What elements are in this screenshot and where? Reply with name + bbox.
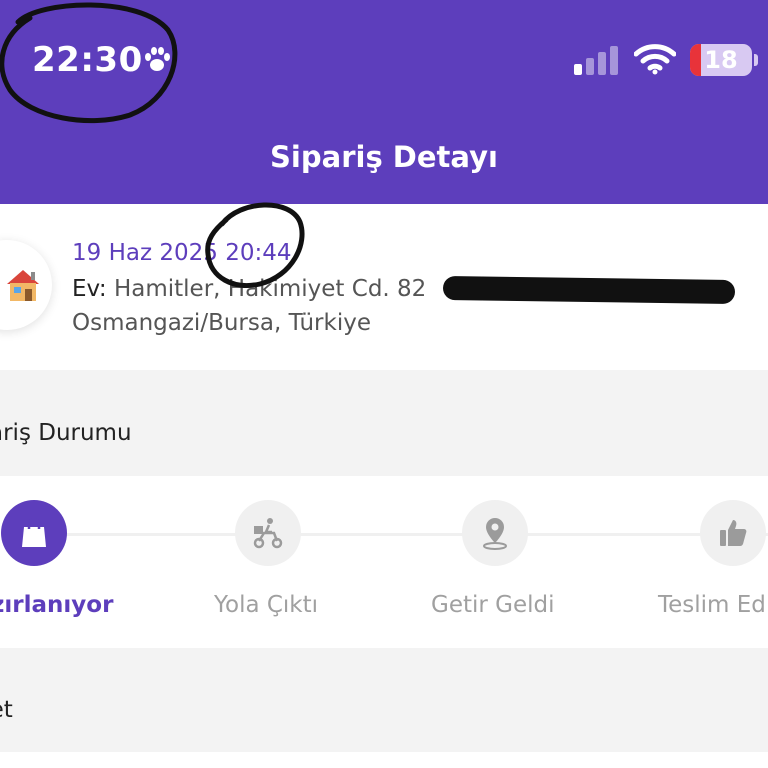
status-bar-time: 22:30	[32, 40, 143, 80]
location-pin-icon	[483, 518, 507, 550]
cellular-signal-icon	[574, 46, 618, 75]
battery-icon: 18	[690, 44, 758, 76]
step-label-delivered: Teslim Ed	[658, 592, 766, 618]
house-icon	[7, 270, 39, 301]
step-arrived-icon-circle	[462, 500, 528, 566]
delivery-address: Ev: Hamitler, Hakimiyet Cd. 82	[72, 276, 426, 302]
basket-heading: pet	[0, 697, 13, 723]
order-date: 19 Haz 2025 20:44	[72, 240, 292, 266]
step-label-preparing: zırlanıyor	[0, 592, 114, 618]
thumbs-up-icon	[720, 520, 747, 546]
step-delivered-icon-circle	[700, 500, 766, 566]
address-line-2: Osmangazi/Bursa, Türkiye	[72, 310, 371, 336]
order-status-heading: ariş Durumu	[0, 420, 132, 446]
basket-card	[0, 752, 768, 768]
step-preparing-icon-circle	[1, 500, 67, 566]
courier-scooter-icon	[253, 518, 283, 549]
shopping-bag-icon	[22, 517, 46, 547]
step-label-on-the-way: Yola Çıktı	[214, 592, 319, 618]
order-status-tracker	[0, 476, 768, 648]
address-line-1: Hamitler, Hakimiyet Cd. 82	[113, 276, 427, 302]
battery-level: 18	[704, 46, 738, 74]
address-label: Ev:	[72, 276, 107, 302]
paw-icon	[145, 47, 170, 71]
header-bar: 22:30 18 Sipariş Detayı	[0, 0, 768, 204]
page-title: Sipariş Detayı	[270, 140, 498, 174]
redaction-mark	[442, 275, 736, 305]
step-label-arrived: Getir Geldi	[431, 592, 555, 618]
status-track-line	[34, 533, 768, 536]
wifi-icon	[634, 44, 676, 75]
step-on-the-way-icon-circle	[235, 500, 301, 566]
